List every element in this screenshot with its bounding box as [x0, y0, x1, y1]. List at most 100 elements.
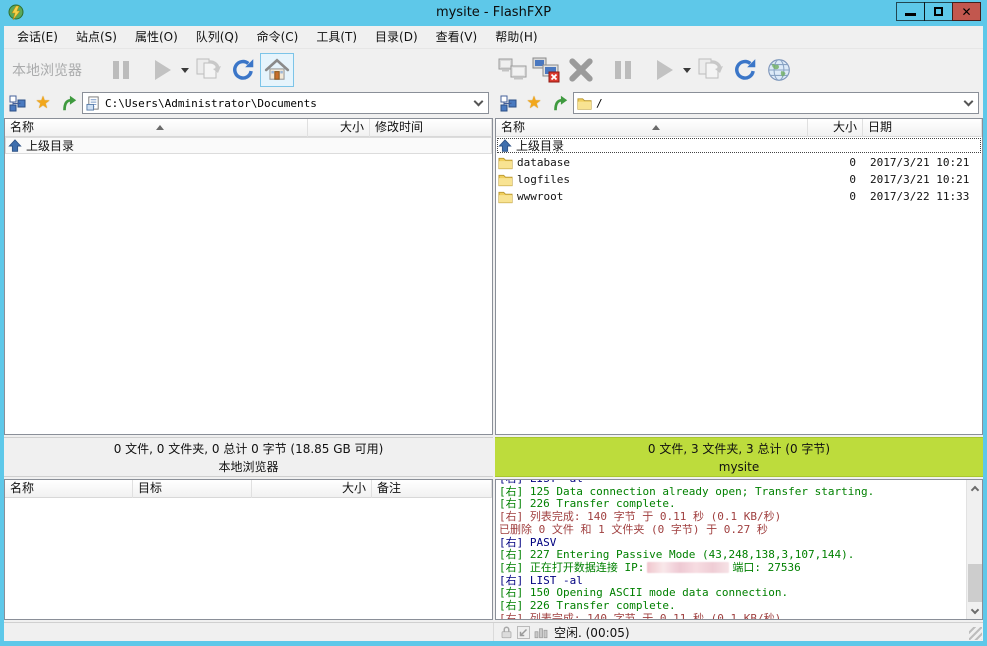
column-header-note[interactable]: 备注	[372, 480, 492, 498]
window-title: mysite - FlashFXP	[0, 0, 987, 26]
local-pause-button[interactable]	[104, 53, 138, 87]
remote-queue-button[interactable]	[694, 53, 728, 87]
local-path-combobox[interactable]: C:\Users\Administrator\Documents	[82, 92, 489, 114]
document-icon	[86, 96, 101, 111]
column-header-size[interactable]: 大小	[808, 119, 863, 137]
minimize-icon	[905, 13, 916, 16]
local-transfer-button[interactable]	[146, 53, 180, 87]
remote-pause-button[interactable]	[606, 53, 640, 87]
toolbar: 本地浏览器	[4, 48, 983, 90]
folder-icon	[577, 96, 592, 111]
column-header-size[interactable]: 大小	[308, 119, 370, 137]
column-header-target[interactable]: 目标	[133, 480, 252, 498]
close-icon: ✕	[961, 6, 971, 18]
lock-icon[interactable]	[499, 625, 514, 640]
play-icon	[155, 60, 171, 80]
speed-limit-icon[interactable]	[533, 625, 549, 640]
transfer-mode-icon[interactable]	[516, 625, 531, 640]
remote-path-row: ★ /	[495, 90, 983, 116]
chevron-down-icon	[181, 68, 189, 73]
local-favorites-button[interactable]: ★	[30, 91, 56, 115]
menu-item-help[interactable]: 帮助(H)	[486, 26, 546, 48]
column-header-name[interactable]: 名称	[5, 119, 308, 137]
file-row-database[interactable]: database 0 2017/3/21 10:21	[496, 154, 982, 171]
censored-ip-block	[647, 562, 729, 573]
menu-item-commands[interactable]: 命令(C)	[248, 26, 308, 48]
app-body: 会话(E) 站点(S) 属性(O) 队列(Q) 命令(C) 工具(T) 目录(D…	[4, 26, 983, 641]
folder-icon	[498, 173, 513, 187]
folder-icon	[498, 156, 513, 170]
up-directory-row[interactable]: 上级目录	[496, 137, 982, 154]
queue-transfer-icon	[697, 57, 725, 83]
column-header-size[interactable]: 大小	[252, 480, 372, 498]
menu-item-directory[interactable]: 目录(D)	[366, 26, 427, 48]
menu-item-view[interactable]: 查看(V)	[427, 26, 487, 48]
local-path-row: ★ C:\Users\Administrator\Documents	[4, 90, 493, 116]
remote-site-tree-button[interactable]	[495, 91, 521, 115]
column-header-date[interactable]: 日期	[863, 119, 982, 137]
scroll-up-button[interactable]	[967, 480, 983, 496]
abort-x-icon	[567, 57, 595, 83]
up-directory-row[interactable]: 上级目录	[5, 137, 492, 154]
file-row-logfiles[interactable]: logfiles 0 2017/3/21 10:21	[496, 171, 982, 188]
menu-item-queue[interactable]: 队列(Q)	[187, 26, 248, 48]
local-site-tree-button[interactable]	[4, 91, 30, 115]
minimize-button[interactable]	[896, 2, 925, 21]
menu-item-options[interactable]: 属性(O)	[126, 26, 187, 48]
up-directory-icon	[498, 139, 512, 153]
chevron-down-icon	[473, 96, 483, 106]
sort-ascending-icon	[652, 125, 660, 130]
column-header-name[interactable]: 名称	[496, 119, 808, 137]
arrow-up-icon	[551, 94, 569, 112]
chevron-down-icon	[683, 68, 691, 73]
star-icon: ★	[526, 93, 541, 113]
remote-web-button[interactable]	[762, 53, 796, 87]
remote-status-bar: 0 文件, 3 文件夹, 3 总计 (0 字节) mysite	[495, 437, 983, 477]
statusbar-left-section	[4, 623, 494, 641]
scrollbar-thumb[interactable]	[968, 564, 982, 602]
remote-favorites-button[interactable]: ★	[521, 91, 547, 115]
log-scrollbar[interactable]	[966, 480, 982, 619]
remote-transfer-dropdown[interactable]	[682, 53, 692, 87]
chevron-down-icon	[963, 96, 973, 106]
scroll-down-button[interactable]	[967, 603, 983, 619]
local-up-dir-button[interactable]	[56, 91, 82, 115]
local-refresh-button[interactable]	[226, 53, 260, 87]
remote-path-combobox[interactable]: /	[573, 92, 979, 114]
folder-icon	[498, 190, 513, 204]
menu-item-sites[interactable]: 站点(S)	[67, 26, 126, 48]
remote-connect-button[interactable]	[496, 53, 530, 87]
local-path-dropdown[interactable]	[470, 94, 486, 112]
remote-transfer-button[interactable]	[648, 53, 682, 87]
remote-disconnect-button[interactable]	[530, 53, 564, 87]
arrow-up-icon	[60, 94, 78, 112]
log-panel: [右] LIST -al [右] 125 Data connection alr…	[495, 479, 983, 620]
resize-grip[interactable]	[969, 627, 982, 640]
queue-transfer-icon	[195, 57, 223, 83]
status-text: 空闲. (00:05)	[552, 624, 630, 641]
close-button[interactable]: ✕	[952, 2, 981, 21]
remote-abort-button[interactable]	[564, 53, 598, 87]
log-line: [右] 列表完成: 140 字节 于 0.11 秒 (0.1 KB/秒)	[499, 613, 965, 620]
maximize-button[interactable]	[924, 2, 953, 21]
chevron-up-icon	[971, 485, 979, 493]
remote-path-dropdown[interactable]	[960, 94, 976, 112]
remote-status-counts: 0 文件, 3 文件夹, 3 总计 (0 字节)	[495, 440, 983, 458]
queue-header: 名称 目标 大小 备注	[5, 480, 492, 498]
menubar: 会话(E) 站点(S) 属性(O) 队列(Q) 命令(C) 工具(T) 目录(D…	[4, 26, 983, 48]
column-header-modified[interactable]: 修改时间	[370, 119, 492, 137]
local-transfer-dropdown[interactable]	[180, 53, 190, 87]
menu-item-session[interactable]: 会话(E)	[8, 26, 67, 48]
remote-refresh-button[interactable]	[728, 53, 762, 87]
remote-status-label: mysite	[495, 458, 983, 476]
local-file-list: 名称 大小 修改时间 上级目录	[4, 118, 493, 435]
local-queue-button[interactable]	[192, 53, 226, 87]
file-row-wwwroot[interactable]: wwwroot 0 2017/3/22 11:33	[496, 188, 982, 205]
local-status-counts: 0 文件, 0 文件夹, 0 总计 0 字节 (18.85 GB 可用)	[4, 440, 493, 458]
column-header-name[interactable]: 名称	[5, 480, 133, 498]
menu-item-tools[interactable]: 工具(T)	[307, 26, 366, 48]
local-home-button[interactable]	[260, 53, 294, 87]
disconnect-icon	[532, 57, 562, 83]
queue-panel: 名称 目标 大小 备注	[4, 479, 493, 620]
remote-up-dir-button[interactable]	[547, 91, 573, 115]
